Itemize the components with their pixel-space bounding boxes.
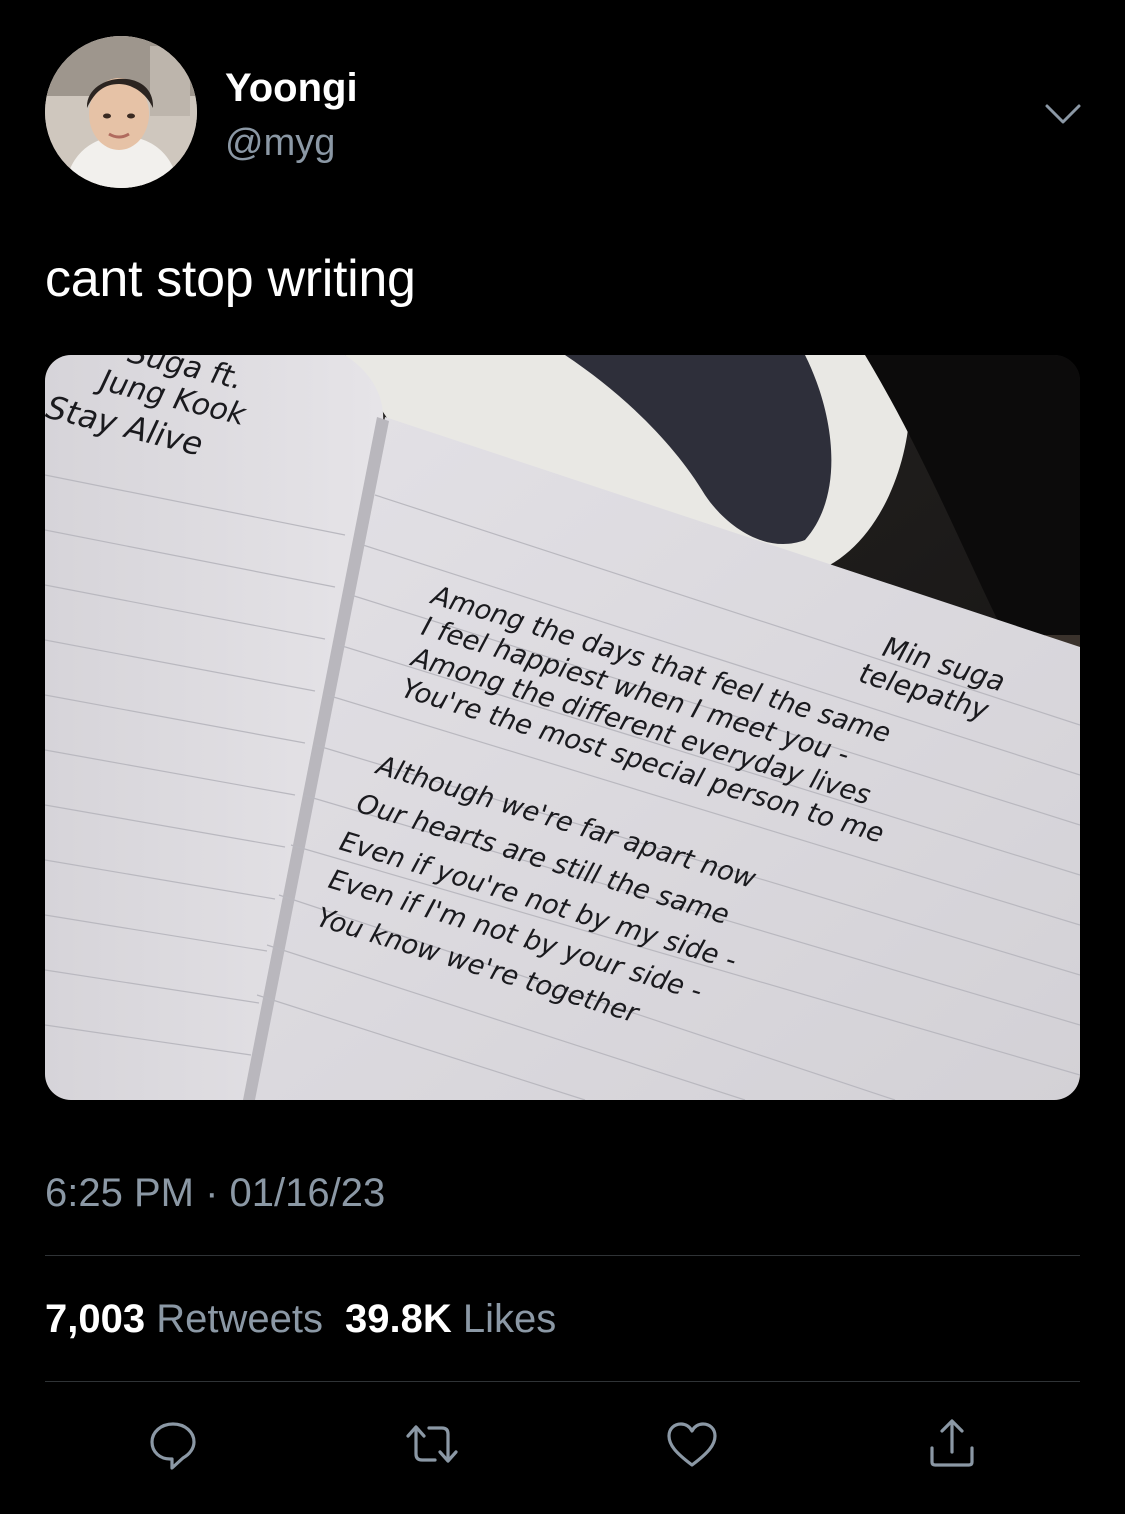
author-display-name[interactable]: Yoongi xyxy=(225,64,358,112)
like-icon[interactable] xyxy=(662,1414,722,1474)
tweet-date: 01/16/23 xyxy=(229,1171,386,1215)
retweet-icon[interactable] xyxy=(402,1414,462,1474)
tweet-timestamp[interactable]: 6:25 PM · 01/16/23 xyxy=(45,1168,385,1218)
likes-stat[interactable]: 39.8K Likes xyxy=(345,1297,556,1341)
avatar-photo xyxy=(45,36,197,188)
divider xyxy=(45,1255,1080,1256)
likes-label: Likes xyxy=(462,1297,557,1341)
divider xyxy=(45,1381,1080,1382)
tweet-image[interactable]: Suga ft. Jung Kook Stay Alive Min suga t… xyxy=(45,355,1080,1100)
tweet-stats: 7,003 Retweets 39.8K Likes xyxy=(45,1294,578,1344)
timestamp-separator: · xyxy=(205,1171,219,1215)
retweets-stat[interactable]: 7,003 Retweets xyxy=(45,1297,323,1341)
chevron-down-icon[interactable] xyxy=(1043,98,1083,128)
retweets-count: 7,003 xyxy=(45,1297,146,1341)
share-icon[interactable] xyxy=(922,1414,982,1474)
tweet-text: cant stop writing xyxy=(45,250,416,308)
tweet-time: 6:25 PM xyxy=(45,1171,194,1215)
retweets-label: Retweets xyxy=(156,1297,323,1341)
reply-icon[interactable] xyxy=(143,1414,203,1474)
author-handle[interactable]: @myg xyxy=(225,120,335,166)
notebook-photo: Suga ft. Jung Kook Stay Alive Min suga t… xyxy=(45,355,1080,1100)
likes-count: 39.8K xyxy=(344,1297,452,1341)
avatar[interactable] xyxy=(45,36,197,188)
